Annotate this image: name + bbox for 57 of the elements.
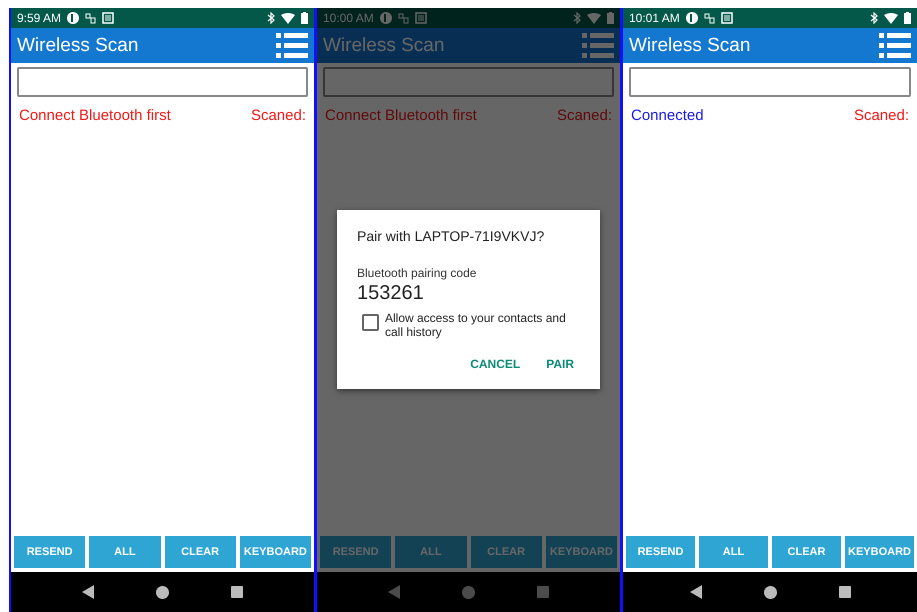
dialog-button[interactable]: CANCEL — [464, 353, 526, 375]
home-icon[interactable] — [156, 586, 169, 598]
action-button[interactable]: CLEAR — [772, 536, 841, 568]
battery-icon — [904, 12, 911, 24]
pairing-code: 153261 — [357, 282, 425, 305]
menu-icon[interactable] — [276, 32, 308, 58]
bluetooth-icon — [870, 12, 878, 24]
connection-status: Connect Bluetooth first — [325, 107, 477, 124]
wifi-icon — [587, 12, 601, 24]
action-button[interactable]: KEYBOARD — [546, 536, 617, 568]
action-button[interactable]: ALL — [699, 536, 768, 568]
scanned-label: Scaned: — [556, 107, 612, 124]
action-button[interactable]: ALL — [89, 536, 160, 568]
action-button[interactable]: CLEAR — [164, 536, 236, 568]
status-circle-icon — [380, 12, 392, 24]
barcode-icon — [102, 12, 114, 24]
wifi-icon — [281, 12, 295, 24]
connection-status: Connect Bluetooth first — [19, 107, 171, 124]
scanned-label: Scaned: — [250, 107, 306, 124]
status-time: 9:59 AM — [17, 11, 62, 25]
app-title: Wireless Scan — [323, 34, 444, 56]
dialog-title: Pair with LAPTOP-71I9VKVJ? — [357, 228, 546, 244]
scanned-label: Scaned: — [854, 107, 909, 124]
scan-input-field[interactable] — [629, 67, 911, 97]
menu-icon[interactable] — [879, 32, 911, 58]
connection-status: Connected — [631, 107, 704, 124]
checkbox-label: Allow access to your contacts and call history — [385, 311, 567, 339]
bluetooth-icon — [267, 12, 275, 24]
barcode-icon — [720, 12, 733, 24]
status-time: 10:01 AM — [629, 11, 680, 25]
action-button[interactable]: KEYBOARD — [845, 536, 914, 568]
action-button[interactable]: RESEND — [626, 536, 695, 568]
status-circle-icon — [686, 12, 698, 24]
back-icon[interactable] — [690, 585, 702, 599]
scan-input-field[interactable] — [17, 67, 308, 97]
home-icon[interactable] — [764, 586, 776, 598]
dialog-button[interactable]: PAIR — [540, 353, 580, 375]
action-button[interactable]: RESEND — [14, 536, 86, 568]
wifi-icon — [884, 12, 898, 24]
battery-icon — [607, 12, 614, 24]
recents-icon[interactable] — [838, 586, 850, 598]
checkbox[interactable] — [362, 314, 379, 331]
menu-icon[interactable] — [582, 32, 614, 58]
app-title: Wireless Scan — [17, 34, 138, 56]
battery-icon — [301, 12, 308, 24]
action-button[interactable]: CLEAR — [470, 536, 542, 568]
app-title: Wireless Scan — [629, 34, 750, 56]
scan-input-field[interactable] — [323, 67, 614, 97]
back-icon[interactable] — [82, 585, 94, 599]
action-button[interactable]: ALL — [395, 536, 466, 568]
pairing-code-label: Bluetooth pairing code — [357, 266, 478, 280]
status-circle-icon — [67, 12, 80, 24]
barcode-icon — [414, 12, 427, 24]
action-button[interactable]: RESEND — [320, 536, 392, 568]
action-button[interactable]: KEYBOARD — [240, 536, 311, 568]
bluetooth-icon — [573, 12, 581, 24]
status-time: 10:00 AM — [323, 11, 374, 25]
